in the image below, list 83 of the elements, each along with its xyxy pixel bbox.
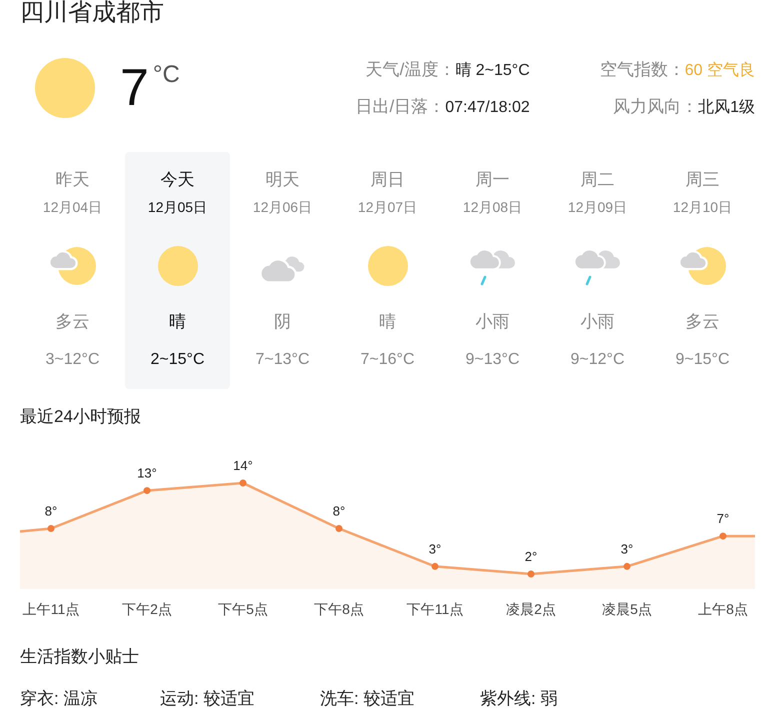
day-condition: 阴 — [274, 312, 291, 332]
axis-label: 上午8点 — [698, 601, 748, 617]
current-temperature: 7 — [120, 63, 149, 113]
day-name: 今天 — [160, 170, 194, 190]
day-date: 12月05日 — [148, 198, 208, 216]
chart-point — [624, 562, 630, 570]
axis-label: 下午11点 — [406, 601, 464, 617]
life-tip: 穿衣: 温凉 — [20, 689, 98, 709]
chart-point — [336, 525, 342, 532]
day-condition: 晴 — [169, 312, 186, 332]
data-label: 8° — [44, 504, 58, 518]
day-condition: 小雨 — [476, 312, 510, 332]
day-card[interactable]: 昨天 12月04日 多云 3~12°C — [20, 152, 125, 389]
day-name: 周日 — [370, 170, 404, 190]
data-label: 3° — [428, 541, 442, 556]
data-label: 13° — [137, 466, 157, 481]
selected-day-card[interactable]: 今天 12月05日 晴 2~15°C — [125, 152, 230, 389]
day-date: 12月07日 — [358, 198, 418, 216]
day-temperature: 2~15°C — [150, 350, 204, 370]
day-date: 12月06日 — [252, 198, 312, 216]
day-temperature: 3~12°C — [46, 350, 100, 370]
day-condition: 小雨 — [580, 312, 614, 332]
sun-icon — [368, 246, 408, 286]
detail-label: 天气/温度： — [366, 60, 456, 80]
day-card[interactable]: 明天 12月06日 阴 7~13°C — [230, 152, 335, 389]
detail-value: 07:47/18:02 — [445, 98, 530, 118]
day-card[interactable]: 周二 12月09日 小雨 9~12°C — [545, 152, 650, 389]
temperature-unit: °C — [152, 63, 180, 87]
day-date: 12月10日 — [672, 198, 732, 216]
chart-point — [720, 532, 726, 540]
day-name: 明天 — [266, 170, 300, 190]
chart-point — [144, 487, 150, 494]
day-temperature: 9~13°C — [466, 350, 520, 370]
detail-value: 晴 2~15°C — [455, 61, 530, 81]
day-temperature: 9~12°C — [570, 350, 624, 370]
day-name: 周三 — [686, 170, 720, 190]
life-tip: 运动: 较适宜 — [160, 689, 254, 709]
detail-label: 风力风向： — [613, 97, 698, 117]
axis-label: 凌晨2点 — [506, 601, 556, 617]
sun-icon — [158, 246, 198, 286]
day-name: 周二 — [580, 170, 614, 190]
axis-label: 下午8点 — [314, 601, 364, 617]
axis-label: 上午11点 — [22, 601, 80, 617]
day-card[interactable]: 周三 12月10日 多云 9~15°C — [650, 152, 755, 389]
day-card[interactable]: 周一 12月08日 小雨 9~13°C — [440, 152, 545, 389]
detail-value: 北风1级 — [698, 98, 755, 118]
chart-point — [528, 570, 534, 578]
chart-point — [240, 480, 246, 486]
chart-point — [48, 525, 54, 532]
sun-cloud-icon — [680, 247, 726, 285]
section-title: 生活指数小贴士 — [20, 647, 140, 667]
day-condition: 多云 — [56, 312, 90, 332]
day-temperature: 9~15°C — [676, 350, 730, 370]
day-name: 周一 — [476, 170, 510, 190]
sun-cloud-icon — [50, 247, 96, 285]
day-card[interactable]: 周日 12月07日 晴 7~16°C — [335, 152, 440, 389]
life-tip: 紫外线: 弱 — [480, 689, 558, 709]
section-title: 最近24小时预报 — [20, 407, 142, 427]
line-extension-drawing — [723, 534, 755, 589]
chart-point — [432, 562, 438, 570]
sun-icon — [35, 58, 95, 118]
day-condition: 多云 — [686, 312, 720, 332]
line-extension-drawing — [20, 527, 52, 589]
axis-label: 下午2点 — [122, 601, 172, 617]
data-label: 8° — [332, 504, 346, 518]
day-temperature: 7~16°C — [360, 350, 414, 370]
data-label: 7° — [716, 511, 730, 526]
day-date: 12月04日 — [42, 198, 102, 216]
location-title: 四川省成都市 — [20, 0, 165, 26]
day-date: 12月08日 — [462, 198, 522, 216]
life-tip: 洗车: 较适宜 — [320, 689, 414, 709]
detail-label: 日出/日落： — [355, 97, 446, 117]
data-label: 14° — [233, 458, 253, 473]
axis-label: 凌晨5点 — [602, 601, 652, 617]
day-name: 昨天 — [56, 170, 90, 190]
day-condition: 晴 — [379, 312, 396, 332]
day-date: 12月09日 — [568, 198, 628, 216]
axis-label: 下午5点 — [218, 601, 268, 617]
day-temperature: 7~13°C — [256, 350, 310, 370]
data-label: 3° — [620, 541, 634, 556]
detail-value: 60 空气良 — [684, 61, 755, 81]
detail-label: 空气指数： — [600, 60, 685, 80]
data-label: 2° — [524, 549, 538, 564]
